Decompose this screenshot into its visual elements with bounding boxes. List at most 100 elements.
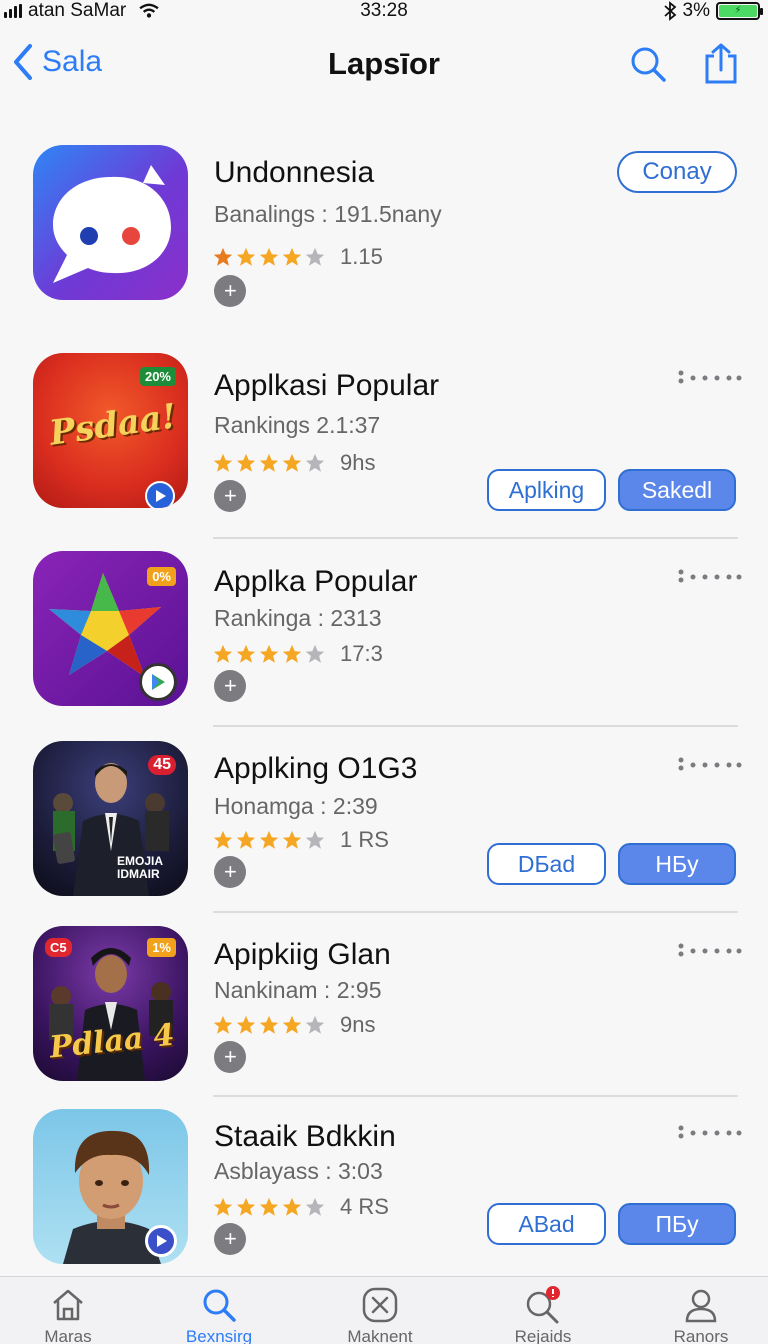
battery-fill: ⚡ xyxy=(719,5,757,17)
tab-label: Ranors xyxy=(673,1327,729,1344)
rating-value: 1 RS xyxy=(340,827,389,852)
secondary-button[interactable]: Aplking xyxy=(487,469,606,511)
star-icon xyxy=(236,830,256,849)
battery-icon: ⚡ xyxy=(716,2,763,20)
discount-badge: 1% xyxy=(147,938,176,957)
app-ranking: Honamga : 2:39 xyxy=(214,793,378,819)
bluetooth-icon xyxy=(663,1,676,21)
more-icon[interactable] xyxy=(676,943,742,957)
status-time: 33:28 xyxy=(360,0,408,21)
nav-bar: Sala Lapsīor xyxy=(0,38,768,92)
divider xyxy=(213,537,738,539)
app-rating: 9hs xyxy=(212,450,375,476)
more-icon[interactable] xyxy=(676,370,742,384)
app-rating: 4 RS xyxy=(212,1194,389,1220)
app-icon-chat[interactable] xyxy=(33,145,188,300)
tab-ranors[interactable]: Ranors xyxy=(641,1285,761,1344)
person-icon xyxy=(685,1289,717,1323)
star-empty-icon xyxy=(305,1015,325,1034)
star-icon xyxy=(213,247,233,266)
rating-value: 9hs xyxy=(340,450,376,475)
x-box-icon xyxy=(362,1287,398,1323)
tab-bar: Maras Bexnsirg Maknent Rejaids Ranors xyxy=(0,1276,768,1344)
more-icon[interactable] xyxy=(676,1125,742,1139)
star-icon xyxy=(282,1015,302,1034)
play-badge-icon xyxy=(139,663,177,701)
tab-maknent[interactable]: Maknent xyxy=(320,1285,440,1344)
status-right: 3% ⚡ xyxy=(663,0,763,22)
app-icon-pdlaa[interactable]: C5 1% Pdlaa 4 xyxy=(33,926,188,1081)
app-ranking: Rankinga : 2313 xyxy=(214,605,382,631)
add-icon[interactable]: + xyxy=(214,480,246,512)
star-icon xyxy=(213,1015,233,1034)
app-name: Applkasi Popular xyxy=(214,369,440,402)
star-icon xyxy=(259,1197,279,1216)
more-icon[interactable] xyxy=(676,757,742,771)
add-icon[interactable]: + xyxy=(214,275,246,307)
star-rating xyxy=(212,452,326,474)
star-empty-icon xyxy=(305,453,325,472)
app-name: Undonnesia xyxy=(214,156,375,189)
star-icon xyxy=(282,453,302,472)
app-ranking: Nankinam : 2:95 xyxy=(214,977,382,1003)
app-ranking: Asblayass : 3:03 xyxy=(214,1158,383,1184)
more-icon[interactable] xyxy=(676,569,742,583)
add-icon[interactable]: + xyxy=(214,856,246,888)
secondary-button[interactable]: DБad xyxy=(487,843,606,885)
search-icon[interactable] xyxy=(628,44,668,84)
primary-button[interactable]: HБy xyxy=(618,843,736,885)
play-badge-icon xyxy=(145,481,175,508)
rating-value: 1.15 xyxy=(340,244,383,269)
discount-badge: 45 xyxy=(148,755,176,775)
app-rating: 9ns xyxy=(212,1012,375,1038)
app-rating: 17:3 xyxy=(212,641,383,667)
share-icon[interactable] xyxy=(702,42,740,86)
star-icon xyxy=(259,247,279,266)
star-icon xyxy=(236,1197,256,1216)
star-icon xyxy=(236,644,256,663)
add-icon[interactable]: + xyxy=(214,670,246,702)
star-rating xyxy=(212,1196,326,1218)
star-icon xyxy=(213,1197,233,1216)
app-icon-star[interactable]: 0% xyxy=(33,551,188,706)
tab-label: Bexnsirg xyxy=(185,1327,253,1344)
star-icon xyxy=(259,453,279,472)
star-icon xyxy=(259,1015,279,1034)
app-ranking: Banalings : 191.5nany xyxy=(214,201,442,227)
tab-label: Maknent xyxy=(347,1327,413,1344)
add-icon[interactable]: + xyxy=(214,1041,246,1073)
star-icon xyxy=(282,247,302,266)
chat-bubble-icon xyxy=(53,165,171,283)
play-badge-icon xyxy=(145,1225,177,1257)
star-icon xyxy=(282,830,302,849)
star-rating xyxy=(212,1014,326,1036)
star-rating xyxy=(212,643,326,665)
primary-button[interactable]: Sakedl xyxy=(618,469,736,511)
tab-label: Maras xyxy=(44,1327,92,1344)
star-rating xyxy=(212,246,326,268)
tab-rejaids[interactable]: Rejaids xyxy=(483,1285,603,1344)
primary-button[interactable]: ПБy xyxy=(618,1203,736,1245)
star-icon xyxy=(213,830,233,849)
star-icon xyxy=(213,644,233,663)
tab-bexnsirg[interactable]: Bexnsirg xyxy=(159,1285,279,1344)
tab-maras[interactable]: Maras xyxy=(8,1285,128,1344)
search-alert-icon xyxy=(526,1286,560,1324)
get-button[interactable]: Conay xyxy=(617,151,737,193)
star-empty-icon xyxy=(305,644,325,663)
secondary-button[interactable]: ABad xyxy=(487,1203,606,1245)
star-icon xyxy=(259,830,279,849)
star-icon xyxy=(259,644,279,663)
app-icon-man[interactable]: 45 EMOJIA IDMAIR xyxy=(33,741,188,896)
app-icon-psdaa[interactable]: 20% Psdaa! xyxy=(33,353,188,508)
search-icon xyxy=(203,1289,236,1322)
star-icon xyxy=(213,453,233,472)
star-icon xyxy=(282,644,302,663)
star-icon xyxy=(236,247,256,266)
add-icon[interactable]: + xyxy=(214,1223,246,1255)
app-rating: 1.15 xyxy=(212,244,383,270)
app-rating: 1 RS xyxy=(212,827,389,853)
rating-value: 4 RS xyxy=(340,1194,389,1219)
app-icon-portrait[interactable] xyxy=(33,1109,188,1264)
app-name: Apipkiig Glan xyxy=(214,938,391,971)
